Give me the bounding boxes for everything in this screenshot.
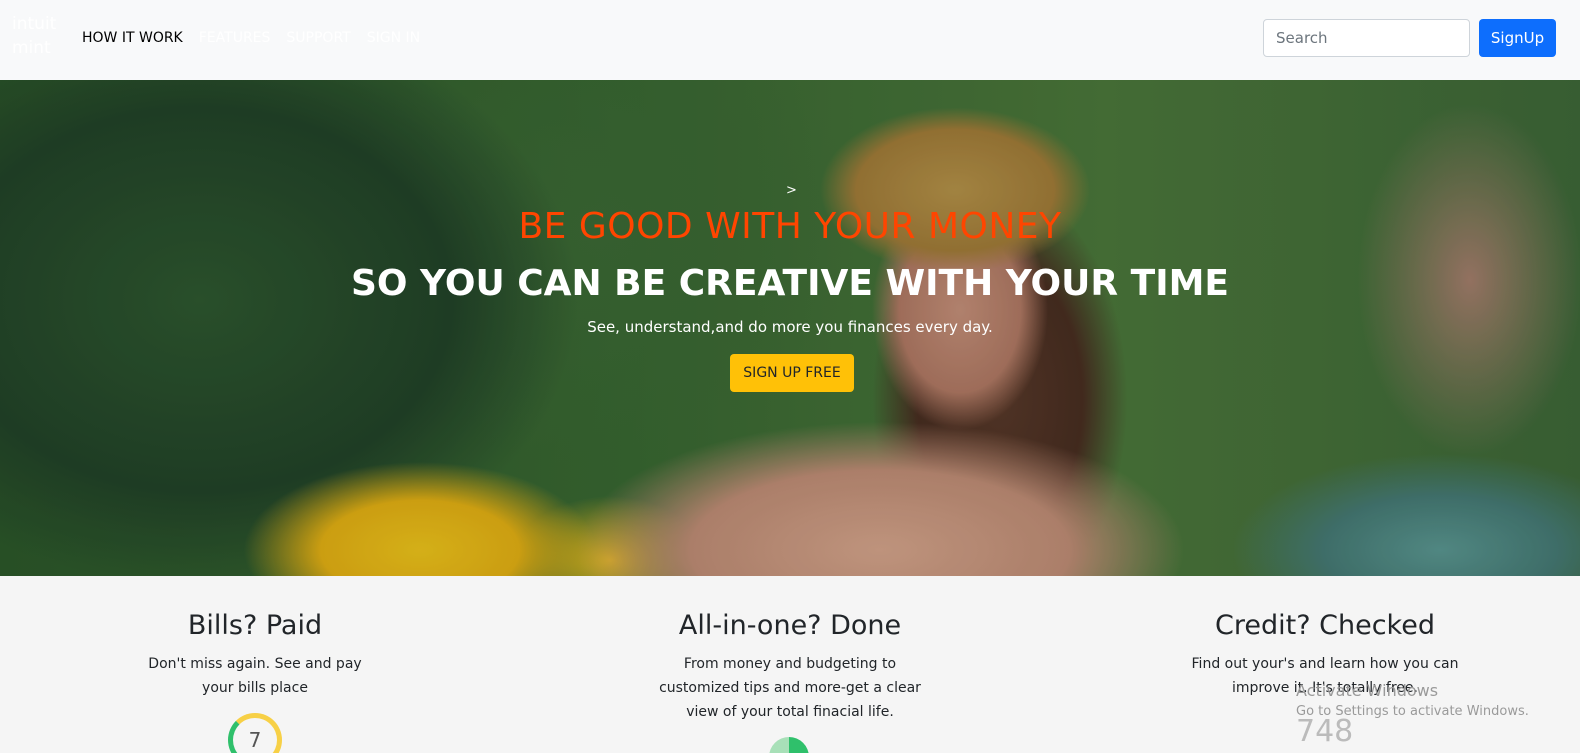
search-input[interactable] [1263,19,1470,57]
activate-windows-subtitle: Go to Settings to activate Windows. [1296,704,1529,719]
hero-subtitle: See, understand,and do more you finances… [587,318,993,336]
activate-windows-title: Activate Windows [1296,681,1439,700]
feature-all-in-one: All-in-one? Done From money and budgetin… [640,576,940,724]
hero-banner: > BE GOOD WITH YOUR MONEY SO YOU CAN BE … [0,80,1580,576]
feature-description-line: view of your total finacial life. [686,704,894,720]
brand-logo[interactable]: intuit mint [12,12,62,60]
feature-description-line: Find out your's and learn how you can [1191,656,1459,672]
brand-line-2[interactable]: mint [12,36,62,60]
signup-button[interactable]: SignUp [1479,19,1556,57]
signup-free-button[interactable]: SIGN UP FREE [730,354,854,392]
hero-title-secondary: SO YOU CAN BE CREATIVE WITH YOUR TIME [350,263,1230,304]
nav-link-sign-in[interactable]: SIGN IN [367,28,420,48]
feature-description-line: your bills place [202,680,308,696]
nav-link-how-it-work[interactable]: HOW IT WORK [82,28,183,48]
top-navbar: intuit mint HOW IT WORK FEATURES SUPPORT… [0,0,1580,80]
feature-title: Bills? Paid [187,610,323,641]
feature-title: Credit? Checked [1215,610,1435,641]
feature-description-line: From money and budgeting to [683,656,897,672]
feature-description-line: customized tips and more-get a clear [659,680,921,696]
gauge-value: 7 [248,728,262,752]
hero-caret: > [786,183,797,198]
feature-description-line: Don't miss again. See and pay [148,656,362,672]
feature-description: From money and budgeting to customized t… [640,652,940,724]
hero-title-primary: BE GOOD WITH YOUR MONEY [518,206,1062,247]
brand-line-1[interactable]: intuit [12,12,62,36]
feature-title: All-in-one? Done [678,610,902,641]
feature-description: Don't miss again. See and pay your bills… [110,652,400,700]
credit-score-value: 748 [1296,714,1354,749]
nav-links: HOW IT WORK FEATURES SUPPORT SIGN IN [82,28,420,48]
feature-bills: Bills? Paid Don't miss again. See and pa… [110,576,400,700]
nav-link-features[interactable]: FEATURES [199,28,271,48]
nav-link-support[interactable]: SUPPORT [286,28,350,48]
